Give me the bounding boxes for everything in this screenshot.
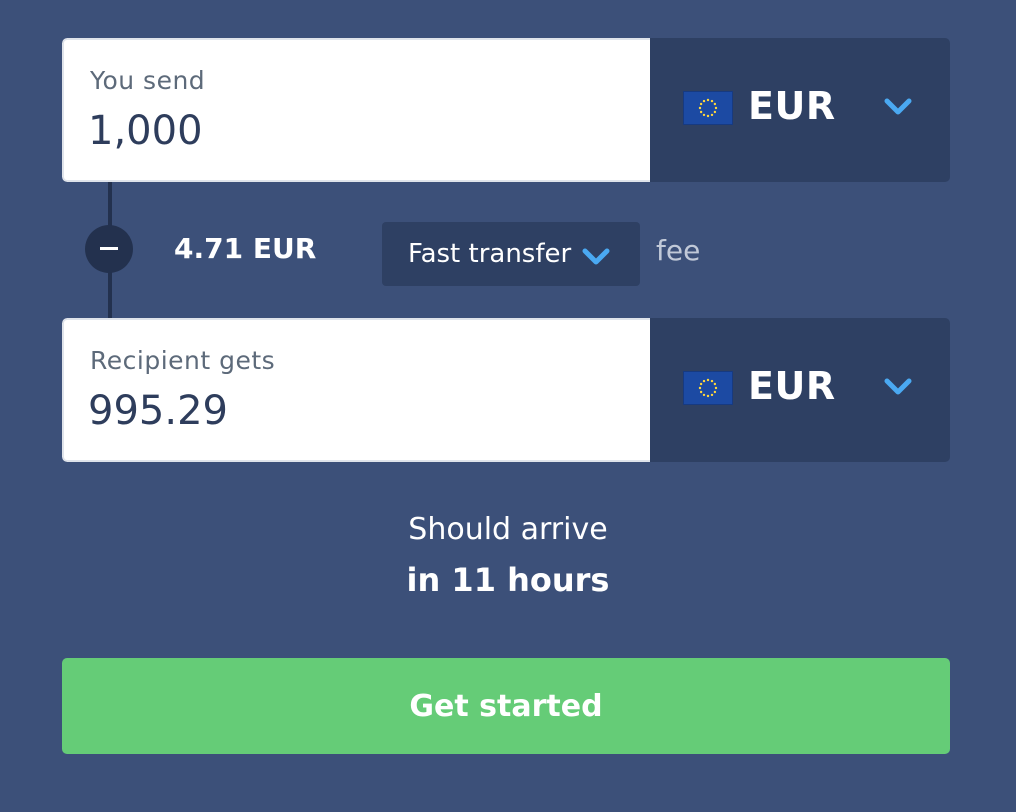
receive-amount-input[interactable] (88, 388, 608, 434)
minus-icon (85, 225, 133, 273)
receive-amount-group: Recipient gets 995.29 EUR (62, 318, 950, 462)
eu-flag-icon (684, 372, 732, 404)
get-started-button[interactable]: Get started (62, 658, 950, 754)
transfer-type-label: Fast transfer (408, 239, 572, 269)
arrival-caption: Should arrive (408, 512, 608, 547)
chevron-down-icon (884, 378, 912, 400)
fee-suffix: fee (656, 234, 701, 267)
receive-amount-label: Recipient gets (90, 346, 276, 375)
send-amount-input[interactable] (88, 108, 608, 154)
eu-flag-icon (684, 92, 732, 124)
send-amount-box[interactable]: You send (62, 38, 650, 182)
chevron-down-icon (582, 248, 610, 270)
chevron-down-icon (884, 98, 912, 120)
receive-currency-select[interactable]: EUR (650, 318, 950, 462)
send-currency-select[interactable]: EUR (650, 38, 950, 182)
send-currency-code: EUR (748, 84, 836, 128)
receive-amount-box[interactable]: Recipient gets (62, 318, 650, 462)
send-amount-group: You send 1,000 EUR (62, 38, 950, 182)
receive-currency-code: EUR (748, 364, 836, 408)
send-amount-label: You send (90, 66, 206, 95)
arrival-eta: in 11 hours (406, 561, 610, 599)
fee-amount: 4.71 EUR (174, 232, 317, 265)
transfer-type-select[interactable]: Fast transfer (382, 222, 640, 286)
